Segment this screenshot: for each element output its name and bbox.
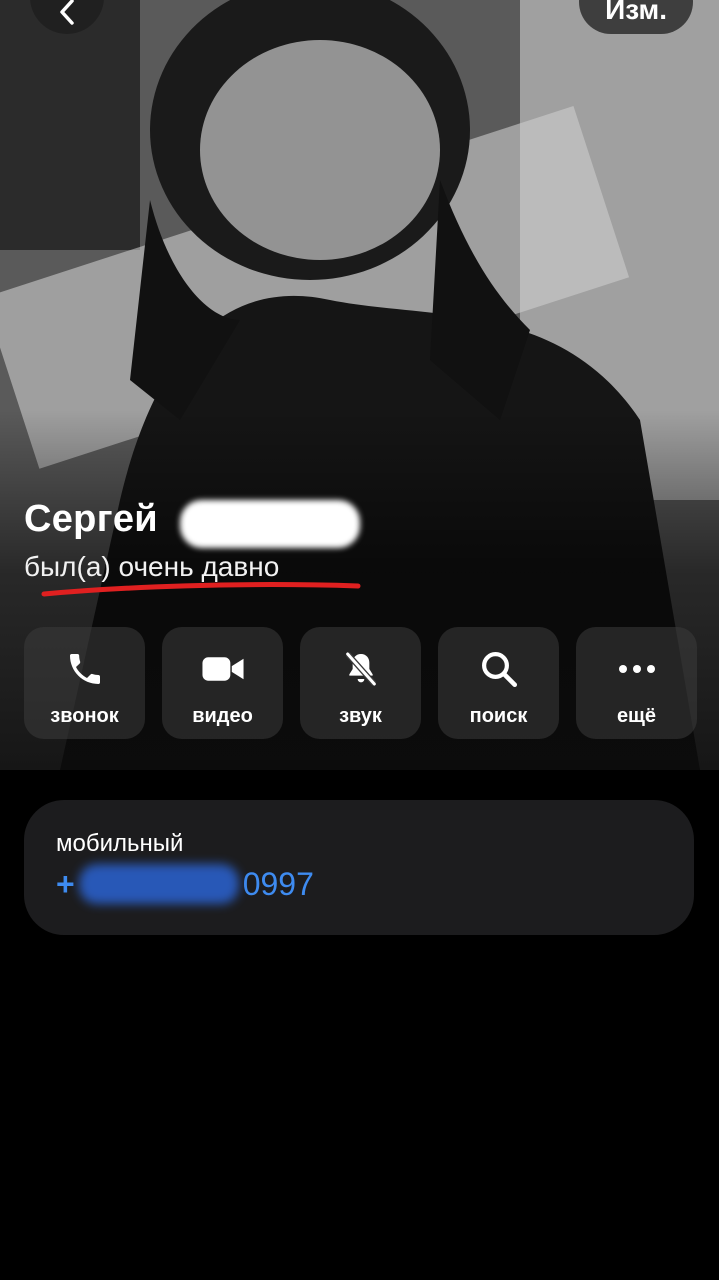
search-label: поиск [469, 705, 528, 727]
call-button[interactable]: звонок [24, 627, 145, 739]
video-button[interactable]: видео [162, 627, 283, 739]
video-camera-icon [201, 647, 245, 691]
phone-info-card[interactable]: мобильный + 0997 [24, 800, 694, 935]
sound-label: звук [339, 705, 382, 727]
phone-number[interactable]: + 0997 [56, 864, 662, 904]
phone-suffix: 0997 [242, 865, 314, 902]
more-dots-icon [615, 647, 659, 691]
phone-icon [63, 647, 107, 691]
action-bar: звонок видео звук поиск ещё [24, 627, 697, 739]
phone-type-label: мобильный [56, 830, 184, 857]
name-redaction [180, 500, 360, 548]
more-button[interactable]: ещё [576, 627, 697, 739]
contact-name: Сергей [24, 498, 158, 540]
status-underline [41, 582, 361, 597]
phone-prefix: + [56, 865, 75, 902]
phone-redaction [78, 864, 239, 904]
video-label: видео [192, 705, 253, 727]
bell-slash-icon [339, 647, 383, 691]
chevron-left-icon [60, 0, 74, 25]
sound-button[interactable]: звук [300, 627, 421, 739]
search-icon [477, 647, 521, 691]
call-label: звонок [50, 705, 119, 727]
search-button[interactable]: поиск [438, 627, 559, 739]
more-label: ещё [616, 705, 657, 727]
edit-button[interactable]: Изм. [579, 0, 693, 34]
